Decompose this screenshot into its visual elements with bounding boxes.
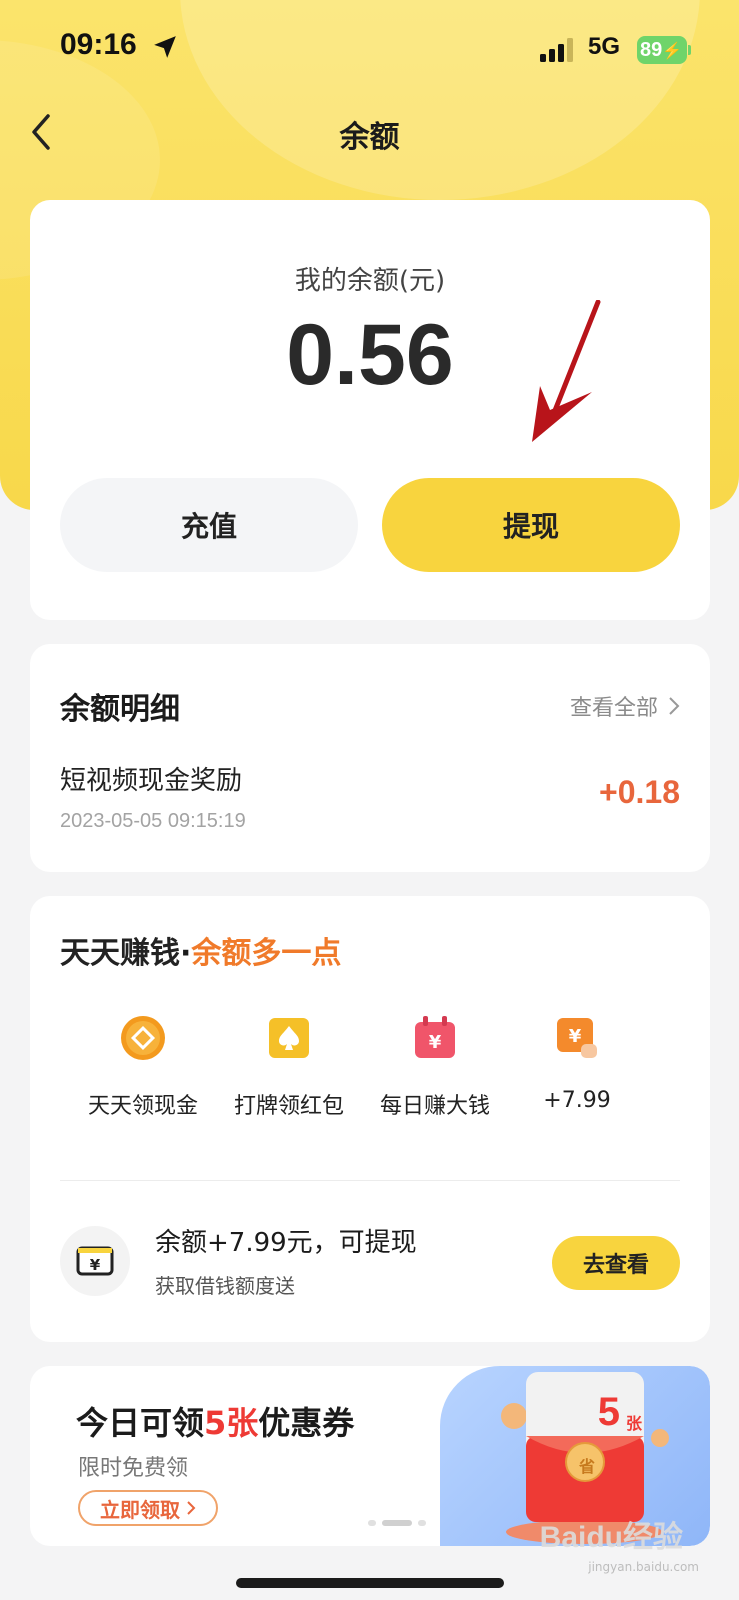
banner-title: 今日可领5张优惠券 [76,1398,354,1444]
balance-detail-card: 余额明细 查看全部 短视频现金奖励 2023-05-05 09:15:19 +0… [30,644,710,872]
feature-label: 每日赚大钱 [379,1094,490,1119]
earn-title: 天天赚钱·余额多一点 [60,928,341,972]
chevron-right-icon [669,697,680,715]
battery-level: 89 [640,39,663,61]
view-all-label: 查看全部 [569,696,658,721]
detail-title: 余额明细 [60,692,180,727]
go-check-button[interactable]: 去查看 [552,1236,680,1290]
earn-title-highlight: 余额多一点 [191,936,342,971]
card-icon [269,1018,309,1058]
earn-title-main: 天天赚钱 [60,936,180,971]
status-time: 09:16 [60,28,137,61]
pager-dot [368,1520,376,1526]
calendar-money-icon: ¥ [415,1016,455,1058]
balance-label: 我的余额(元) [294,266,446,296]
watermark-sub: jingyan.baidu.com [588,1560,699,1574]
banner-pager [368,1520,426,1526]
network-label: 5G [588,33,621,60]
banner-title-highlight: 5张 [204,1404,259,1442]
badge-save: 省 [578,1457,595,1476]
feature-daily-earn[interactable]: ¥ 每日赚大钱 [360,1014,510,1120]
earn-title-dot: · [180,936,192,971]
watermark: Baidu经验 [539,1521,683,1554]
feature-daily-cash[interactable]: 天天领现金 [68,1014,218,1120]
wallet-yuan-icon: ¥ [76,1246,114,1276]
chevron-right-icon [187,1501,196,1515]
earn-money-card: 天天赚钱·余额多一点 天天领现金 打牌领红包 ¥ 每日赚大钱 ¥ +7.99 ¥… [30,896,710,1342]
battery-icon: 89⚡ [637,36,687,64]
pager-dot [418,1520,426,1526]
claim-now-button[interactable]: 立即领取 [78,1490,218,1526]
transaction-name: 短视频现金奖励 [60,766,243,796]
location-arrow-icon [154,36,176,58]
feature-card-game[interactable]: 打牌领红包 [214,1014,364,1120]
svg-text:¥: ¥ [569,1026,582,1047]
battery-nub [688,45,691,55]
badge-unit: 张 [625,1414,642,1433]
promo-title: 余额+7.99元，可提现 [155,1228,417,1258]
badge-number: 5 [597,1390,620,1434]
signal-icon [540,38,573,62]
feature-label: 天天领现金 [87,1094,198,1119]
promo-icon-wrap: ¥ [60,1226,130,1296]
transaction-time: 2023-05-05 09:15:19 [60,810,246,832]
banner-subtitle: 限时免费领 [78,1456,189,1481]
view-all-link[interactable]: 查看全部 [570,690,680,722]
feature-label: 打牌领红包 [233,1094,344,1119]
recharge-button[interactable]: 充值 [60,478,358,572]
withdraw-button[interactable]: 提现 [382,478,680,572]
feature-bonus[interactable]: ¥ +7.99 [502,1014,652,1113]
divider [60,1180,680,1181]
pager-dot-active [382,1520,412,1526]
page-title: 余额 [339,120,400,155]
transaction-amount: +0.18 [599,774,680,810]
home-indicator[interactable] [236,1578,504,1588]
coin-icon [121,1016,165,1060]
annotation-arrow-icon [532,300,601,442]
status-bar: 09:16 5G 89⚡ [0,0,739,100]
claim-now-label: 立即领取 [100,1497,180,1522]
money-hand-icon: ¥ [557,1018,597,1058]
banner-title-post: 优惠券 [258,1404,355,1442]
feature-label: +7.99 [543,1088,611,1113]
banner-title-pre: 今日可领 [76,1404,205,1442]
promo-subtitle: 获取借钱额度送 [155,1274,295,1298]
svg-text:¥: ¥ [90,1256,101,1274]
svg-text:¥: ¥ [429,1032,442,1053]
